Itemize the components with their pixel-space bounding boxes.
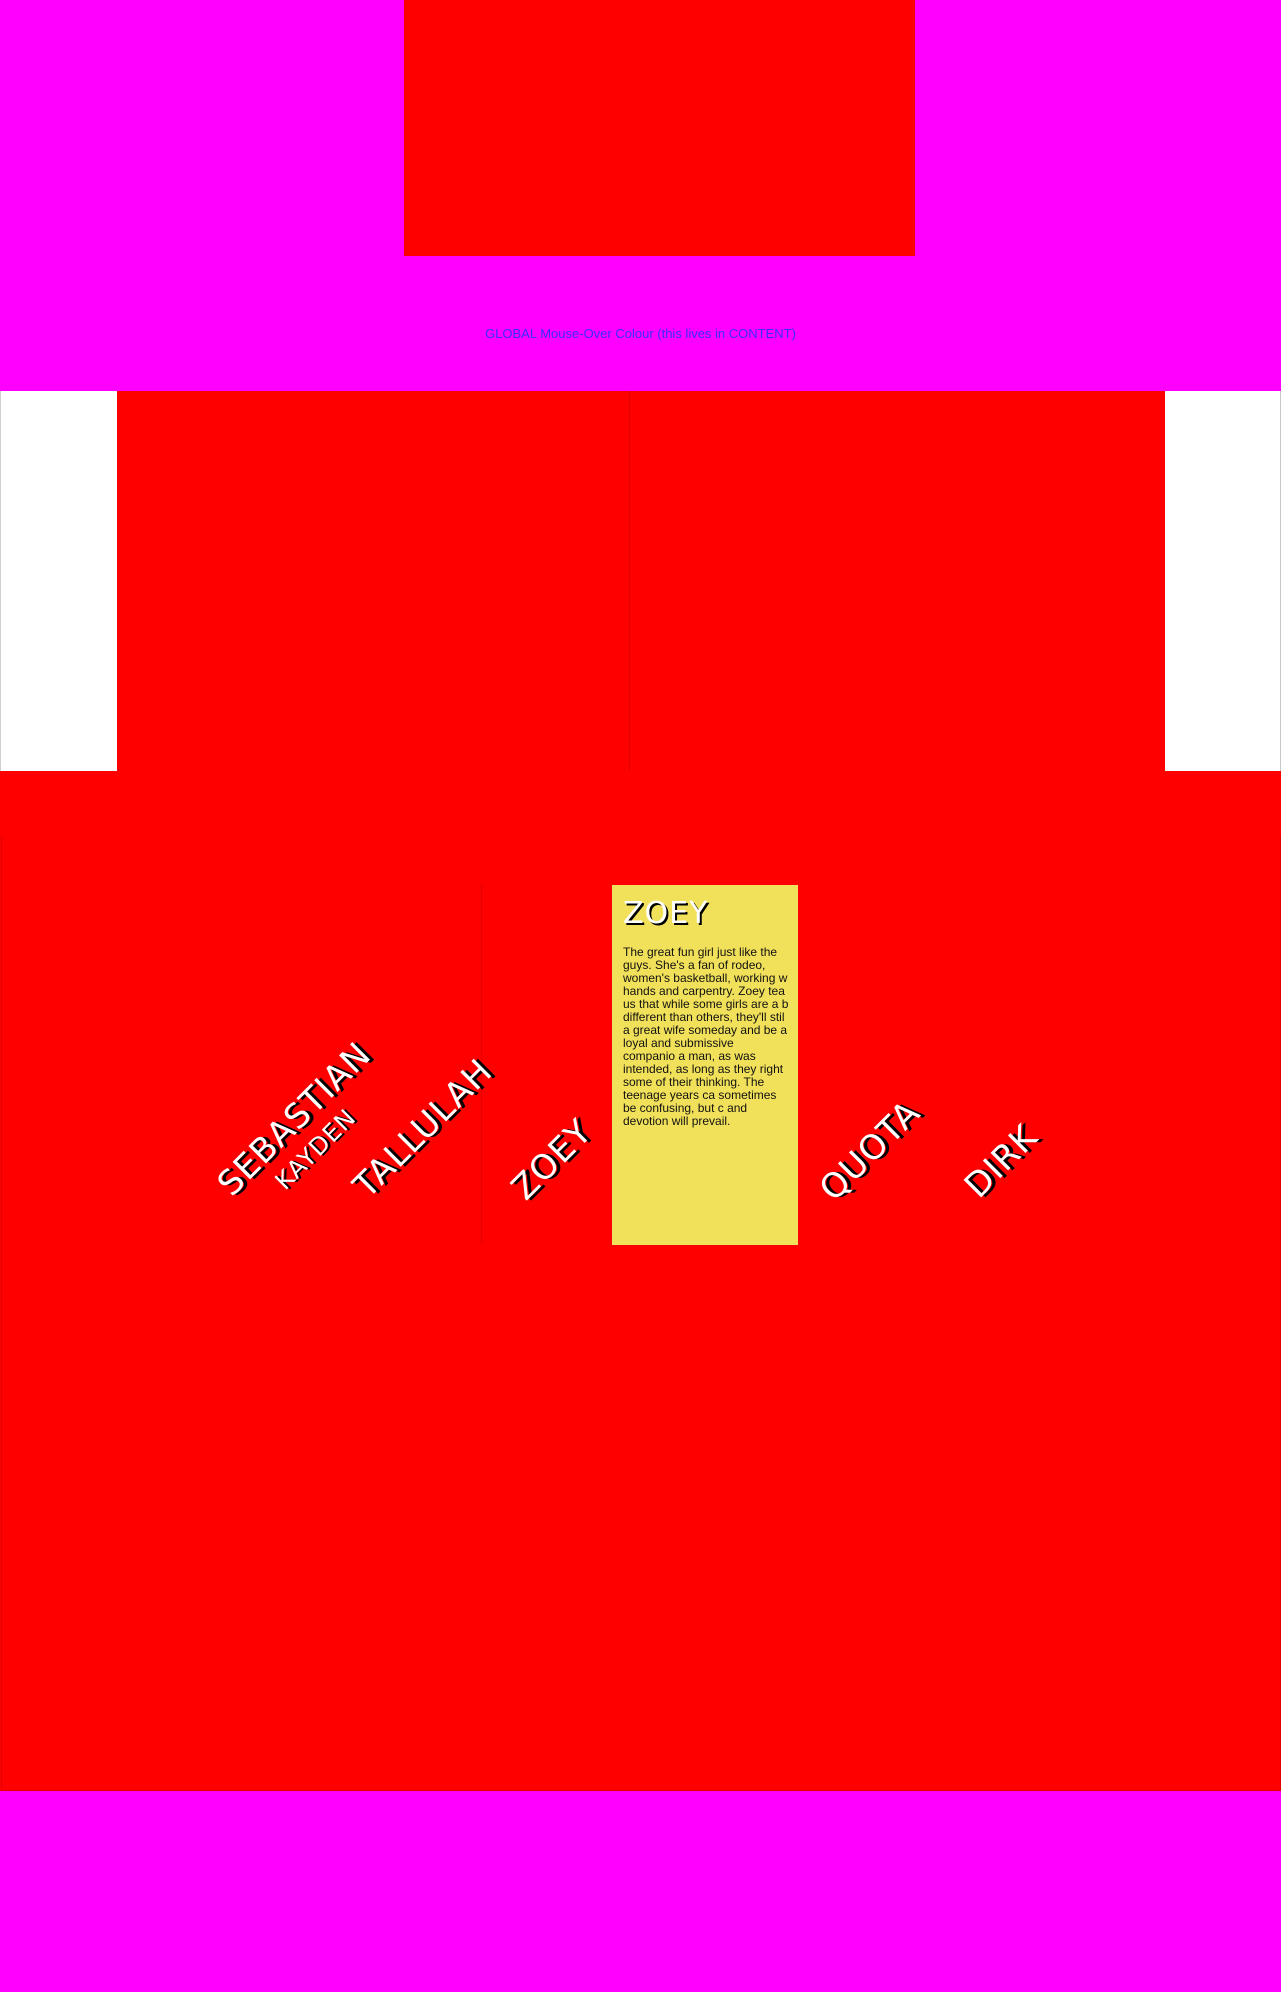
content-panel-left xyxy=(117,391,629,771)
header-banner xyxy=(404,0,915,256)
card-title: ZOEY xyxy=(623,896,709,931)
character-info-card: ZOEY The great fun girl just like the gu… xyxy=(612,885,798,1245)
global-mouseover-note: GLOBAL Mouse-Over Colour (this lives in … xyxy=(485,326,796,341)
content-panel-right xyxy=(629,391,1165,771)
card-description: The great fun girl just like the guys. S… xyxy=(623,945,789,1128)
